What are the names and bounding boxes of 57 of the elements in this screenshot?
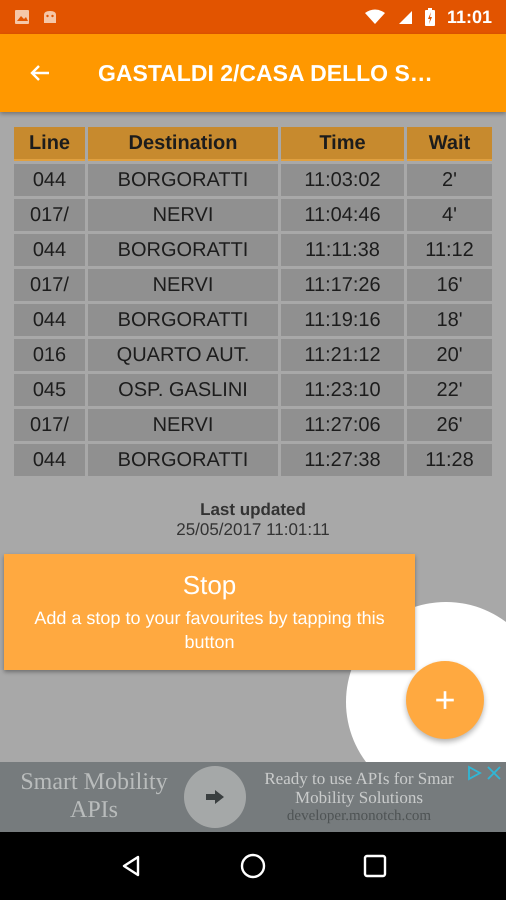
table-cell: 11:27:06 bbox=[281, 409, 404, 441]
table-cell: BORGORATTI bbox=[88, 444, 278, 476]
home-icon[interactable] bbox=[240, 853, 266, 879]
ad-text: Mobility Solutions bbox=[295, 788, 423, 808]
image-icon bbox=[14, 9, 30, 25]
table-cell: 11:23:10 bbox=[281, 374, 404, 406]
last-updated-label: Last updated bbox=[200, 500, 306, 520]
column-header: Time bbox=[281, 127, 404, 161]
battery-icon bbox=[424, 8, 435, 26]
table-cell: 11:28 bbox=[407, 444, 492, 476]
table-cell: QUARTO AUT. bbox=[88, 339, 278, 371]
table-cell: 044 bbox=[14, 444, 85, 476]
table-cell: BORGORATTI bbox=[88, 304, 278, 336]
signal-icon bbox=[396, 9, 413, 25]
table-cell: NERVI bbox=[88, 269, 278, 301]
arrow-icon bbox=[205, 789, 225, 805]
table-cell: 11:17:26 bbox=[281, 269, 404, 301]
table-cell: 017/ bbox=[14, 409, 85, 441]
table-cell: 044 bbox=[14, 304, 85, 336]
table-cell: 26' bbox=[407, 409, 492, 441]
table-cell: 11:04:46 bbox=[281, 199, 404, 231]
table-cell: 22' bbox=[407, 374, 492, 406]
table-cell: 20' bbox=[407, 339, 492, 371]
table-cell: 11:03:02 bbox=[281, 164, 404, 196]
table-cell: 4' bbox=[407, 199, 492, 231]
table-cell: 017/ bbox=[14, 199, 85, 231]
column-header: Line bbox=[14, 127, 85, 161]
recents-icon[interactable] bbox=[363, 854, 388, 878]
ad-headline: Smart Mobility APIs bbox=[19, 769, 169, 825]
table-cell: NERVI bbox=[88, 199, 278, 231]
table-cell: 2' bbox=[407, 164, 492, 196]
ad-text: Ready to use APIs for Smar bbox=[264, 768, 454, 788]
tutorial-title: Stop bbox=[182, 570, 236, 602]
table-cell: NERVI bbox=[88, 409, 278, 441]
table-cell: 11:21:12 bbox=[281, 339, 404, 371]
table-cell: 11:27:38 bbox=[281, 444, 404, 476]
app-bar-title: GASTALDI 2/CASA DELLO S… bbox=[98, 60, 433, 86]
table-cell: 11:19:16 bbox=[281, 304, 404, 336]
table-cell: 16' bbox=[407, 269, 492, 301]
table-cell: BORGORATTI bbox=[88, 164, 278, 196]
tutorial-text: Add a stop to your favourites by tapping this button bbox=[33, 607, 386, 654]
table-cell: 11:11:38 bbox=[281, 234, 404, 266]
table-cell: 045 bbox=[14, 374, 85, 406]
table-cell: 016 bbox=[14, 339, 85, 371]
status-time: 11:01 bbox=[446, 6, 492, 28]
last-updated-value: 25/05/2017 11:01:11 bbox=[176, 520, 330, 540]
robot-icon bbox=[42, 9, 58, 25]
table-cell: 044 bbox=[14, 164, 85, 196]
table-cell: BORGORATTI bbox=[88, 234, 278, 266]
wifi-icon bbox=[364, 9, 385, 25]
table-cell: 18' bbox=[407, 304, 492, 336]
table-cell: 017/ bbox=[14, 269, 85, 301]
column-header: Wait bbox=[407, 127, 492, 161]
table-cell: OSP. GASLINI bbox=[88, 374, 278, 406]
table-cell: 044 bbox=[14, 234, 85, 266]
table-cell: 11:12 bbox=[407, 234, 492, 266]
column-header: Destination bbox=[88, 127, 278, 161]
